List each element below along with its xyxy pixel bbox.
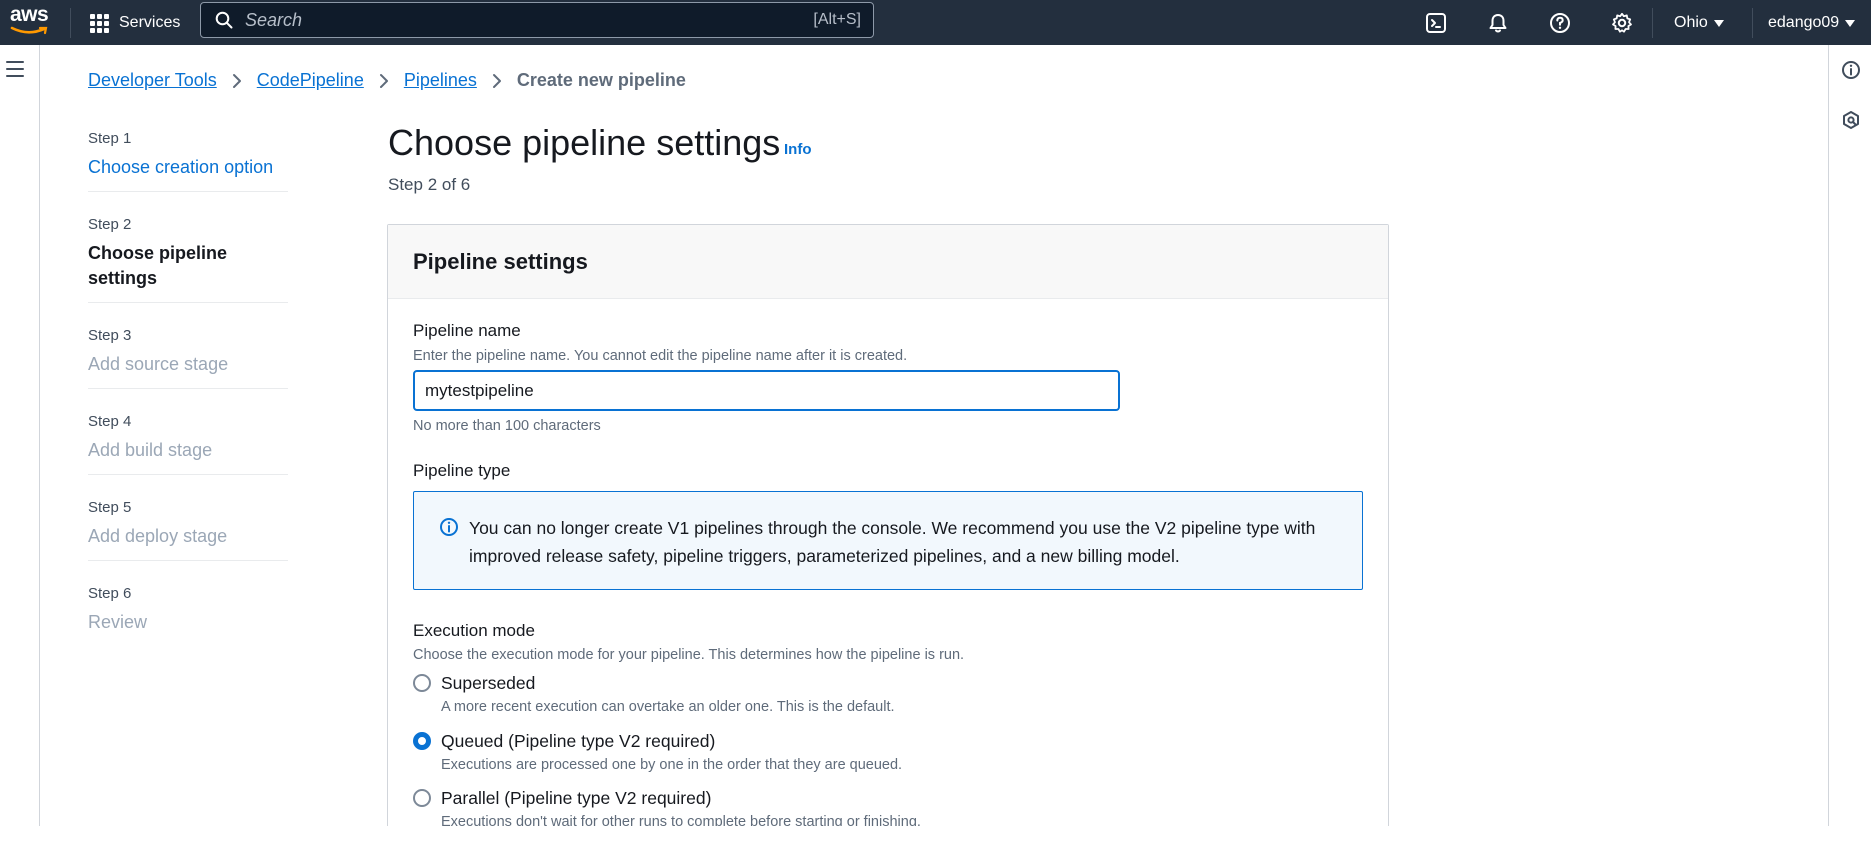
step-progress-text: Step 2 of 6 <box>388 175 471 194</box>
services-menu-button[interactable]: Services <box>90 8 180 38</box>
radio-description: A more recent execution can overtake an … <box>441 699 895 715</box>
step-number: Step 6 <box>88 585 132 602</box>
chevron-right-icon <box>232 73 242 89</box>
services-grid-icon <box>90 13 109 33</box>
pipeline-name-label: Pipeline name <box>413 321 521 340</box>
cloudshell-icon[interactable] <box>1421 8 1451 38</box>
execution-mode-label: Execution mode <box>413 621 535 640</box>
wizard-steps: Step 1 Choose creation option Step 2 Cho… <box>88 130 288 670</box>
step-number: Step 1 <box>88 130 132 147</box>
account-menu[interactable]: edango09 <box>1768 8 1856 38</box>
bell-icon[interactable] <box>1483 8 1513 38</box>
step-1: Step 1 Choose creation option <box>88 130 288 192</box>
aws-smile-icon <box>10 26 48 35</box>
help-icon[interactable] <box>1545 8 1575 38</box>
caret-down-icon <box>1713 19 1724 27</box>
pipeline-name-input[interactable] <box>413 370 1120 411</box>
alert-message: You can no longer create V1 pipelines th… <box>469 518 1316 566</box>
breadcrumb-developer-tools[interactable]: Developer Tools <box>88 70 217 91</box>
step-4: Step 4 Add build stage <box>88 413 288 475</box>
execution-mode-description: Choose the execution mode for your pipel… <box>413 647 965 663</box>
search-icon <box>215 11 233 29</box>
radio-button-selected[interactable] <box>413 732 431 750</box>
aws-logo-text: aws <box>10 3 49 26</box>
panel-title: Pipeline settings <box>413 249 588 274</box>
info-panel-icon[interactable] <box>1841 60 1861 80</box>
step-add-source-stage: Add source stage <box>88 354 229 374</box>
page-title: Choose pipeline settings <box>388 122 781 163</box>
radio-button[interactable] <box>413 789 431 807</box>
radio-description: Executions are processed one by one in t… <box>441 757 903 773</box>
breadcrumb-current: Create new pipeline <box>516 70 686 90</box>
info-link[interactable]: Info <box>784 141 812 158</box>
step-link-choose-creation-option[interactable]: Choose creation option <box>88 155 288 180</box>
amazon-q-icon[interactable] <box>1841 110 1861 130</box>
step-6: Step 6 Review <box>88 585 288 646</box>
nav-divider <box>1752 8 1753 38</box>
search-box[interactable]: Search [Alt+S] <box>200 2 874 38</box>
radio-label: Superseded <box>441 673 536 693</box>
step-number: Step 4 <box>88 413 132 430</box>
pipeline-name-description: Enter the pipeline name. You cannot edit… <box>413 348 908 364</box>
breadcrumb: Developer Tools CodePipeline Pipelines C… <box>88 70 686 91</box>
pipeline-type-label: Pipeline type <box>413 461 511 480</box>
radio-label: Parallel (Pipeline type V2 required) <box>441 788 712 808</box>
menu-toggle-icon[interactable] <box>6 61 24 82</box>
left-side-rail <box>0 45 40 826</box>
step-add-build-stage: Add build stage <box>88 440 213 460</box>
execution-mode-queued[interactable]: Queued (Pipeline type V2 required) Execu… <box>413 730 902 773</box>
search-placeholder: Search <box>245 9 303 30</box>
execution-mode-parallel[interactable]: Parallel (Pipeline type V2 required) Exe… <box>413 787 921 830</box>
radio-label: Queued (Pipeline type V2 required) <box>441 731 716 751</box>
nav-divider <box>70 8 71 38</box>
chevron-right-icon <box>492 73 502 89</box>
step-number: Step 3 <box>88 327 132 344</box>
caret-down-icon <box>1845 19 1856 27</box>
radio-button[interactable] <box>413 674 431 692</box>
step-number: Step 2 <box>88 216 132 233</box>
step-3: Step 3 Add source stage <box>88 327 288 389</box>
step-2: Step 2 Choose pipeline settings <box>88 216 288 303</box>
account-label: edango09 <box>1768 14 1840 31</box>
step-current-choose-pipeline-settings: Choose pipeline settings <box>88 243 228 288</box>
step-number: Step 5 <box>88 499 132 516</box>
panel-header: Pipeline settings <box>388 225 1388 299</box>
chevron-right-icon <box>379 73 389 89</box>
settings-icon[interactable] <box>1607 8 1637 38</box>
step-review: Review <box>88 612 148 632</box>
breadcrumb-pipelines[interactable]: Pipelines <box>404 70 477 91</box>
aws-logo[interactable]: aws <box>10 4 54 38</box>
info-icon <box>440 518 458 536</box>
step-5: Step 5 Add deploy stage <box>88 499 288 561</box>
search-shortcut: [Alt+S] <box>813 11 861 28</box>
breadcrumb-codepipeline[interactable]: CodePipeline <box>257 70 364 91</box>
nav-divider <box>1652 8 1653 38</box>
region-selector[interactable]: Ohio <box>1674 8 1724 38</box>
region-label: Ohio <box>1674 14 1708 31</box>
pipeline-type-info-alert: You can no longer create V1 pipelines th… <box>413 491 1363 590</box>
pipeline-settings-panel: Pipeline settings Pipeline name Enter th… <box>387 224 1389 846</box>
right-side-rail <box>1828 45 1871 826</box>
window-bottom-edge <box>0 826 1871 846</box>
execution-mode-superseded[interactable]: Superseded A more recent execution can o… <box>413 672 895 715</box>
services-label: Services <box>119 14 181 31</box>
top-navigation: aws Services Search [Alt+S] Ohio edango0… <box>0 0 1871 45</box>
pipeline-name-constraint: No more than 100 characters <box>413 418 601 434</box>
step-add-deploy-stage: Add deploy stage <box>88 526 228 546</box>
